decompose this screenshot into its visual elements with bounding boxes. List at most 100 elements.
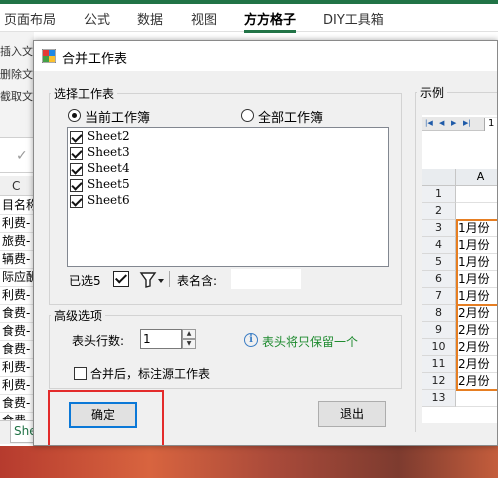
filter-dropdown-icon[interactable] — [139, 270, 165, 290]
sheet-cell[interactable]: 利费- — [0, 377, 34, 395]
preview-row-header: 4 — [422, 237, 456, 254]
preview-cell: 2月份 — [456, 322, 497, 339]
preview-cell: 2月份 — [456, 305, 497, 322]
tab-view[interactable]: 视图 — [191, 9, 217, 28]
radio-current-workbook-label[interactable]: 当前工作簿 — [85, 107, 150, 126]
sheet-name: Sheet3 — [87, 145, 130, 159]
preview-row-header: 7 — [422, 288, 456, 305]
sheet-checkbox[interactable] — [70, 163, 83, 176]
sheet-name: Sheet5 — [87, 177, 130, 191]
sheet-cell[interactable]: 利费- — [0, 215, 34, 233]
sheet-cell[interactable]: 食费- — [0, 323, 34, 341]
preview-cell — [456, 186, 497, 203]
preview-cell: 1月份 — [456, 220, 497, 237]
preview-row-header: 8 — [422, 305, 456, 322]
header-rows-input[interactable]: 1 — [140, 329, 182, 349]
tab-formulas[interactable]: 公式 — [84, 9, 110, 28]
preview-row-header: 6 — [422, 271, 456, 288]
preview-col-header: A — [456, 169, 497, 186]
info-icon: i — [244, 333, 258, 347]
header-rows-value: 1 — [143, 332, 151, 346]
mark-source-label[interactable]: 合并后，标注源工作表 — [90, 365, 210, 382]
extract-text-command[interactable]: 截取文 — [0, 88, 33, 104]
sheet-cell[interactable]: 食费- — [0, 341, 34, 359]
preview-row-header: 9 — [422, 322, 456, 339]
check-icon[interactable]: ✓ — [16, 148, 28, 164]
sheet-tab-bar: She — [0, 420, 34, 444]
preview-cell: 1月份 — [456, 237, 497, 254]
sheet-checkbox[interactable] — [70, 131, 83, 144]
separator — [169, 271, 170, 287]
radio-all-workbooks[interactable] — [241, 109, 254, 122]
preview-row-header: 12 — [422, 373, 456, 390]
background-photo — [0, 446, 498, 478]
dialog-titlebar[interactable]: 合并工作表 — [34, 41, 497, 71]
preview-row-header: 5 — [422, 254, 456, 271]
header-rows-label: 表头行数: — [72, 334, 125, 348]
spin-down-button[interactable]: ▼ — [182, 339, 196, 349]
sheetname-filter-label: 表名含: — [177, 274, 218, 288]
ribbon-tab-bar: 页面布局 公式 数据 视图 方方格子 DIY工具箱 — [0, 0, 498, 33]
sheet-name: Sheet2 — [87, 129, 130, 143]
sheet-name: Sheet4 — [87, 161, 130, 175]
preview-cell — [456, 203, 497, 220]
tab-data[interactable]: 数据 — [137, 9, 163, 28]
sheet-cell[interactable]: 目名称 — [0, 197, 34, 215]
column-header[interactable]: C — [0, 176, 34, 196]
preview-image: |◀ ◀ ▶ ▶| 1 A 1 2 3 1月份 4 1月份 5 1月份 6 1月… — [422, 115, 497, 423]
title-bar-strip — [0, 0, 498, 4]
sheet-list[interactable]: Sheet2 Sheet3 Sheet4 Sheet5 Sheet6 — [67, 127, 389, 267]
preview-cell — [456, 390, 497, 407]
mark-source-checkbox[interactable] — [74, 367, 87, 380]
sheetname-filter-input[interactable] — [231, 269, 301, 289]
preview-sheet-nav: |◀ ◀ ▶ ▶| 1 — [422, 117, 497, 131]
tab-page-layout[interactable]: 页面布局 — [4, 9, 56, 28]
insert-text-command[interactable]: 插入文 — [0, 43, 33, 59]
sheet-name: Sheet6 — [87, 193, 130, 207]
sheet-checkbox[interactable] — [70, 147, 83, 160]
selected-count: 已选5 — [69, 274, 101, 288]
sheet-cell[interactable]: 利费- — [0, 359, 34, 377]
preview-row-header: 11 — [422, 356, 456, 373]
sheet-cell[interactable]: 食费- — [0, 395, 34, 413]
select-sheets-label: 选择工作表 — [51, 85, 118, 102]
preview-cell: 2月份 — [456, 339, 497, 356]
tab-diy-toolbox[interactable]: DIY工具箱 — [323, 9, 384, 28]
prev-sheet-icon: ◀ — [439, 119, 445, 127]
delete-text-command[interactable]: 删除文 — [0, 66, 33, 82]
preview-cell: 2月份 — [456, 373, 497, 390]
exit-button[interactable]: 退出 — [318, 401, 386, 427]
sheet-cell[interactable]: 旅费- — [0, 233, 34, 251]
first-sheet-icon: |◀ — [425, 119, 433, 127]
last-sheet-icon: ▶| — [463, 119, 471, 127]
sheet-cell[interactable]: 食费- — [0, 305, 34, 323]
preview-cell: 1月份 — [456, 254, 497, 271]
sheet-cell[interactable]: 际应酬 — [0, 269, 34, 287]
sheet-checkbox[interactable] — [70, 179, 83, 192]
sheet-cell[interactable]: 利费- — [0, 287, 34, 305]
advanced-options-label: 高级选项 — [51, 307, 106, 324]
preview-cell: 2月份 — [456, 356, 497, 373]
preview-row-header: 3 — [422, 220, 456, 237]
next-sheet-icon: ▶ — [451, 119, 457, 127]
formula-bar: ✓ — [0, 137, 34, 173]
merge-sheets-dialog: 合并工作表 选择工作表 当前工作簿 全部工作簿 Sheet2 Sheet3 Sh… — [33, 40, 498, 446]
sheet-cell[interactable]: 辆费- — [0, 251, 34, 269]
radio-current-workbook[interactable] — [68, 109, 81, 122]
preview-corner — [422, 169, 456, 186]
preview-cell: 1月份 — [456, 271, 497, 288]
preview-row-header: 10 — [422, 339, 456, 356]
preview-label: 示例 — [417, 84, 448, 101]
select-all-checkbox-icon[interactable] — [113, 271, 129, 287]
sheet-tab[interactable]: She — [10, 421, 34, 443]
ok-button[interactable]: 确定 — [69, 402, 137, 428]
preview-row-header: 13 — [422, 390, 456, 407]
radio-all-workbooks-label[interactable]: 全部工作簿 — [258, 107, 323, 126]
app-icon — [42, 49, 56, 63]
preview-cell: 1月份 — [456, 288, 497, 305]
tab-fangfang[interactable]: 方方格子 — [244, 9, 297, 33]
sheet-checkbox[interactable] — [70, 195, 83, 208]
preview-row-header: 1 — [422, 186, 456, 203]
spin-up-button[interactable]: ▲ — [182, 329, 196, 339]
column-header-c: C — [12, 179, 21, 193]
